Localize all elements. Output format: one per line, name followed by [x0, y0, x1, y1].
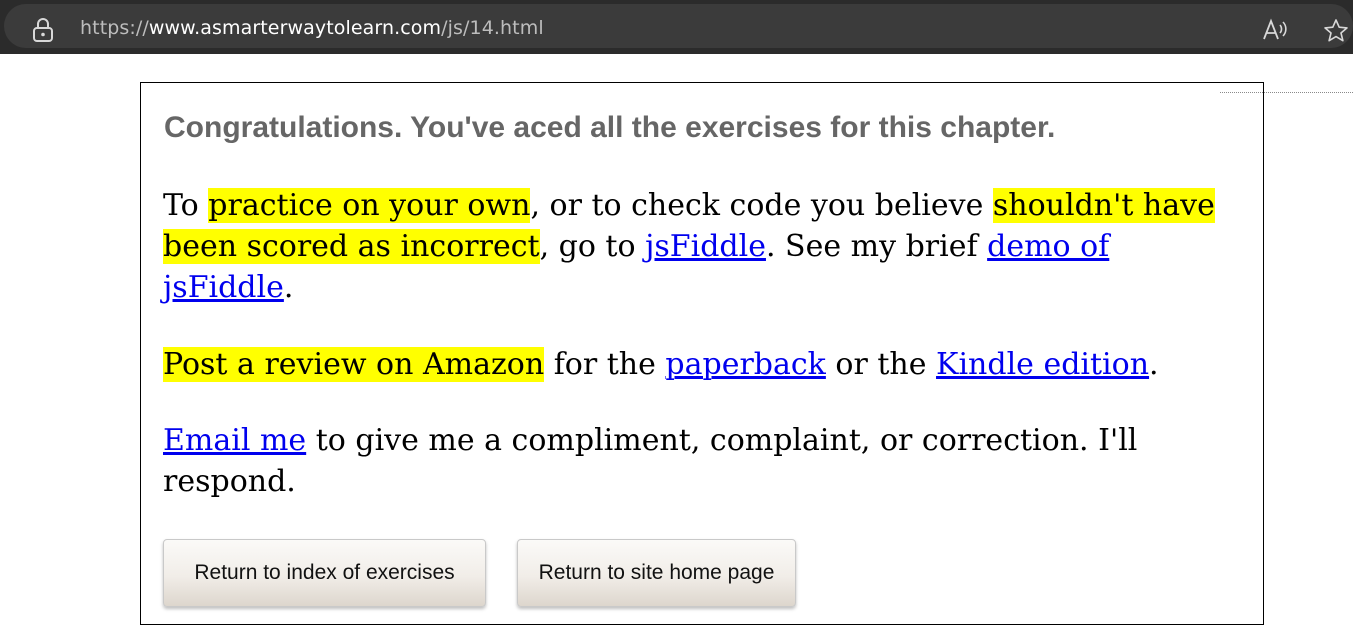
- return-to-home-button[interactable]: Return to site home page: [517, 539, 796, 607]
- jsfiddle-link[interactable]: jsFiddle: [645, 229, 766, 264]
- lock-icon[interactable]: [32, 17, 54, 43]
- url-scheme: https://: [80, 17, 149, 39]
- review-text-2: or the: [825, 347, 937, 382]
- url-path: /js/14.html: [441, 17, 544, 39]
- url-text[interactable]: https://www.asmarterwaytolearn.com/js/14…: [80, 17, 544, 39]
- congratulations-heading: Congratulations. You've aced all the exe…: [164, 111, 1056, 144]
- email-me-link[interactable]: Email me: [163, 423, 306, 458]
- email-text: to give me a compliment, complaint, or c…: [163, 423, 1138, 499]
- practice-text-2: , or to check code you believe: [530, 188, 993, 223]
- browser-toolbar: https://www.asmarterwaytolearn.com/js/14…: [0, 0, 1353, 54]
- email-paragraph: Email me to give me a compliment, compla…: [163, 420, 1233, 502]
- review-text-3: .: [1149, 347, 1159, 382]
- read-aloud-icon[interactable]: [1262, 18, 1290, 42]
- url-host: www.asmarterwaytolearn.com: [148, 17, 442, 39]
- chapter-complete-panel: Congratulations. You've aced all the exe…: [140, 82, 1264, 625]
- review-text-1: for the: [544, 347, 666, 382]
- practice-text-5: .: [283, 270, 294, 305]
- practice-text-3: , go to: [539, 229, 646, 264]
- favorite-star-icon[interactable]: [1322, 17, 1350, 45]
- kindle-edition-link[interactable]: Kindle edition: [936, 347, 1149, 382]
- practice-paragraph: To practice on your own, or to check cod…: [163, 185, 1233, 308]
- practice-highlight: practice on your own: [208, 188, 531, 223]
- practice-text-4: . See my brief: [765, 229, 988, 264]
- practice-text-1: To: [163, 188, 209, 223]
- return-to-index-button[interactable]: Return to index of exercises: [163, 539, 486, 607]
- paperback-link[interactable]: paperback: [665, 347, 825, 382]
- review-highlight: Post a review on Amazon: [163, 347, 545, 382]
- review-paragraph: Post a review on Amazon for the paperbac…: [163, 344, 1233, 385]
- address-bar[interactable]: https://www.asmarterwaytolearn.com/js/14…: [4, 4, 1353, 48]
